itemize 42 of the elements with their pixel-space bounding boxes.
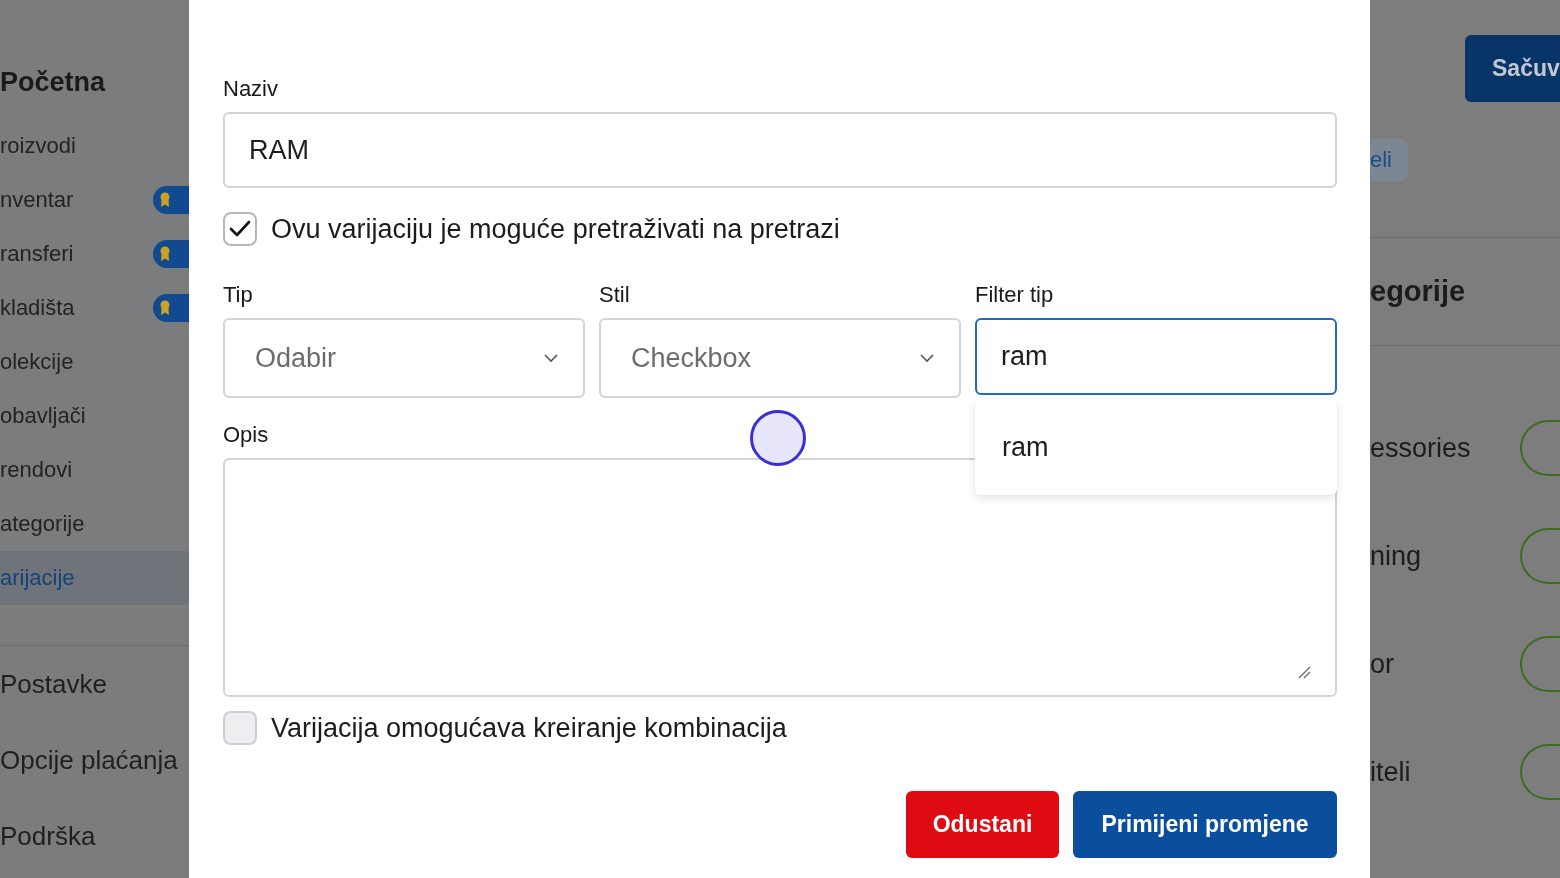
sidebar-section[interactable]: Opcije plaćanja — [0, 722, 189, 798]
type-select[interactable]: Odabir — [223, 318, 585, 398]
chevron-down-icon — [543, 353, 559, 363]
save-button[interactable]: Sačuv — [1465, 35, 1560, 102]
field-label: Stil — [599, 282, 631, 308]
sidebar-item[interactable]: nventar — [0, 173, 189, 227]
sidebar-item[interactable]: roizvodi — [0, 119, 189, 173]
section-heading: egorije — [1370, 238, 1560, 346]
checkmark-icon — [229, 220, 251, 238]
apply-button[interactable]: Primijeni promjene — [1073, 791, 1337, 858]
suggestion-option[interactable]: ram — [975, 399, 1337, 495]
field-label: Tip — [223, 282, 254, 308]
category-name: or — [1370, 648, 1394, 680]
description-field[interactable] — [223, 458, 1337, 697]
sidebar-item[interactable]: olekcije — [0, 335, 189, 389]
sidebar-item[interactable]: rendovi — [0, 443, 189, 497]
sidebar-item[interactable]: arijacije — [0, 551, 189, 605]
cancel-button[interactable]: Odustani — [906, 791, 1059, 858]
sidebar-item[interactable]: obavljači — [0, 389, 189, 443]
category-name: essories — [1370, 432, 1471, 464]
checkbox[interactable] — [223, 711, 257, 745]
style-select[interactable]: Checkbox — [599, 318, 961, 398]
field-label: Filter tip — [975, 282, 1055, 308]
sidebar-item[interactable]: ransferi — [0, 227, 189, 281]
checkbox-label: Ovu varijaciju je moguće pretraživati na pretrazi — [271, 213, 840, 245]
sidebar-heading[interactable]: Početna — [0, 62, 189, 102]
checkbox[interactable] — [223, 212, 257, 246]
sidebar-section[interactable]: Podrška — [0, 798, 189, 874]
name-field[interactable]: RAM — [223, 112, 1337, 188]
sidebar-item[interactable]: ategorije — [0, 497, 189, 551]
resize-handle-icon[interactable] — [1297, 665, 1311, 679]
category-name: ning — [1370, 540, 1422, 572]
filter-type-field[interactable]: ram — [975, 318, 1337, 395]
sidebar-section[interactable]: Postavke — [0, 646, 189, 722]
field-label: Opis — [223, 422, 270, 448]
checkbox-label: Varijacija omogućava kreiranje kombinacija — [271, 712, 787, 744]
sidebar-item[interactable]: kladišta — [0, 281, 189, 335]
tag[interactable]: eli — [1370, 138, 1408, 181]
chevron-down-icon — [919, 353, 935, 363]
click-marker-icon — [750, 410, 806, 466]
field-label: Naziv — [223, 76, 279, 102]
category-name: iteli — [1370, 756, 1411, 788]
